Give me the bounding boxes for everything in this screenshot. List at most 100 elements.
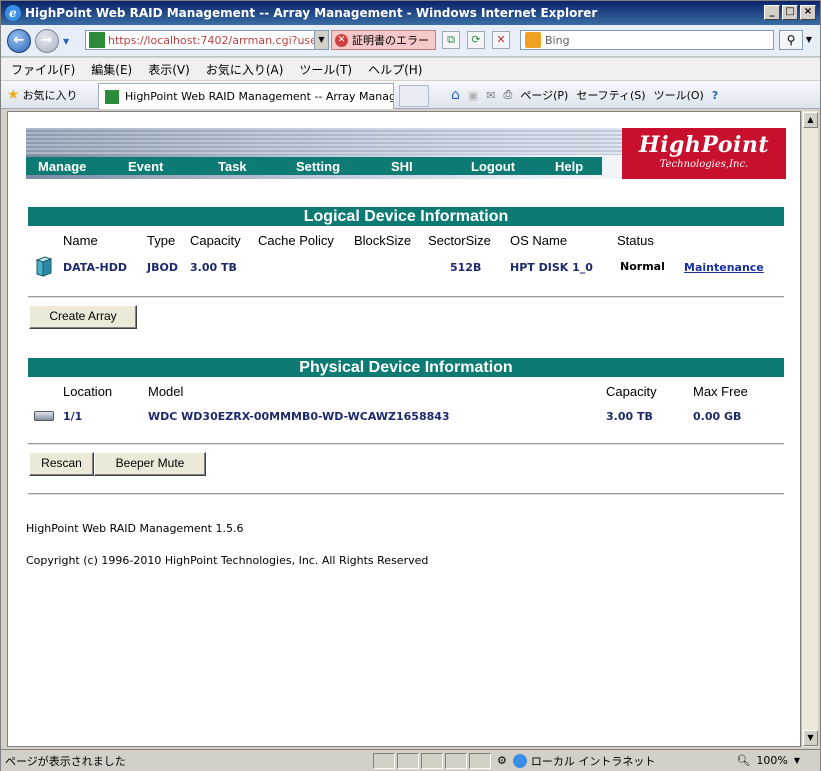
logical-sectorsize: 512B bbox=[450, 261, 482, 274]
stop-icon[interactable]: ✕ bbox=[492, 31, 510, 49]
menu-favorites[interactable]: お気に入り(A) bbox=[206, 61, 284, 78]
new-tab-button[interactable] bbox=[399, 85, 429, 107]
certificate-error-button[interactable]: ✕ 証明書のエラー bbox=[331, 30, 436, 50]
refresh-icon[interactable]: ⟳ bbox=[467, 31, 485, 49]
address-toolbar: ← → ▼ https://localhost:7402/arrman.cgi?… bbox=[1, 25, 820, 57]
forward-button[interactable]: → bbox=[35, 29, 59, 53]
favorites-button[interactable]: ★ お気に入り bbox=[7, 87, 78, 103]
divider bbox=[28, 296, 784, 298]
physical-device-heading: Physical Device Information bbox=[28, 358, 784, 377]
divider bbox=[28, 443, 784, 445]
logical-status: Normal bbox=[620, 260, 665, 273]
search-field[interactable]: Bing bbox=[520, 30, 774, 50]
maximize-button[interactable]: □ bbox=[782, 5, 798, 20]
create-array-button[interactable]: Create Array bbox=[29, 305, 137, 329]
beeper-mute-button[interactable]: Beeper Mute bbox=[94, 452, 206, 476]
col-max-free: Max Free bbox=[693, 384, 748, 399]
nav-manage[interactable]: Manage bbox=[38, 159, 128, 174]
search-options-icon[interactable]: ▼ bbox=[803, 30, 815, 50]
version-text: HighPoint Web RAID Management 1.5.6 bbox=[26, 522, 244, 535]
logical-name: DATA-HDD bbox=[63, 261, 127, 274]
menu-bar: ファイル(F) 編集(E) 表示(V) お気に入り(A) ツール(T) ヘルプ(… bbox=[1, 58, 820, 80]
menu-help[interactable]: ヘルプ(H) bbox=[368, 61, 422, 78]
rescan-button[interactable]: Rescan bbox=[29, 452, 94, 476]
col-capacity: Capacity bbox=[190, 233, 241, 248]
logical-capacity: 3.00 TB bbox=[190, 261, 237, 274]
shield-error-icon: ✕ bbox=[335, 33, 348, 47]
nav-logout[interactable]: Logout bbox=[471, 159, 555, 174]
logical-type: JBOD bbox=[147, 261, 178, 274]
protected-mode-icon[interactable]: ⚙ bbox=[497, 754, 507, 767]
mail-icon[interactable]: ✉ bbox=[486, 89, 495, 102]
security-zone[interactable]: ローカル イントラネット bbox=[512, 753, 655, 769]
close-button[interactable]: × bbox=[800, 5, 816, 20]
col-os-name: OS Name bbox=[510, 233, 568, 248]
logical-os-name: HPT DISK 1_0 bbox=[510, 261, 593, 274]
zoom-level: 100% bbox=[756, 754, 788, 767]
safety-menu[interactable]: セーフティ(S) bbox=[576, 87, 645, 103]
maintenance-link[interactable]: Maintenance bbox=[684, 261, 764, 274]
menu-view[interactable]: 表示(V) bbox=[148, 61, 190, 78]
page-menu[interactable]: ページ(P) bbox=[520, 87, 568, 103]
zoom-control[interactable]: 🔍︎ 100% ▼ bbox=[736, 754, 800, 767]
print-icon[interactable]: ⎙ bbox=[504, 88, 513, 102]
col-location: Location bbox=[63, 384, 113, 399]
address-field[interactable]: https://localhost:7402/arrman.cgi?useri … bbox=[85, 30, 329, 50]
favorites-label: お気に入り bbox=[22, 89, 78, 102]
nav-shi[interactable]: SHI bbox=[391, 159, 471, 174]
compatibility-view-icon[interactable]: ⧉ bbox=[442, 31, 460, 49]
back-button[interactable]: ← bbox=[7, 29, 31, 53]
ie-logo-icon: e bbox=[5, 5, 21, 21]
site-icon bbox=[89, 32, 105, 48]
menu-edit[interactable]: 編集(E) bbox=[91, 61, 132, 78]
highpoint-logo: HighPoint Technologies,Inc. bbox=[622, 128, 786, 179]
col-sectorsize: SectorSize bbox=[428, 233, 491, 248]
tab-site-icon bbox=[105, 89, 119, 104]
search-icon[interactable]: ⚲ bbox=[779, 30, 803, 50]
window-title: HighPoint Web RAID Management -- Array M… bbox=[25, 6, 598, 20]
home-icon[interactable]: ⌂ bbox=[451, 87, 460, 103]
nav-help[interactable]: Help bbox=[555, 159, 583, 174]
help-icon[interactable]: ? bbox=[712, 89, 718, 102]
zoom-icon: 🔍︎ bbox=[736, 754, 751, 767]
page-content: Manage Event Task Setting SHI Logout Hel… bbox=[7, 111, 801, 747]
search-placeholder: Bing bbox=[545, 33, 570, 47]
menu-file[interactable]: ファイル(F) bbox=[11, 61, 75, 78]
command-bar: ★ お気に入り HighPoint Web RAID Management --… bbox=[1, 81, 820, 109]
col-cache-policy: Cache Policy bbox=[258, 233, 334, 248]
bing-icon bbox=[525, 32, 541, 48]
address-url: https://localhost:7402/arrman.cgi?useri bbox=[108, 33, 325, 47]
browser-tab[interactable]: HighPoint Web RAID Management -- Array M… bbox=[98, 83, 394, 109]
status-bar: ページが表示されました ⚙ ローカル イントラネット 🔍︎ 100% ▼ bbox=[1, 749, 820, 771]
star-icon: ★ bbox=[7, 87, 20, 103]
col-phys-capacity: Capacity bbox=[606, 384, 657, 399]
title-bar: e HighPoint Web RAID Management -- Array… bbox=[1, 1, 820, 25]
menu-tools[interactable]: ツール(T) bbox=[299, 61, 352, 78]
scroll-down-icon[interactable]: ▼ bbox=[803, 730, 818, 746]
status-message: ページが表示されました bbox=[5, 754, 126, 768]
top-navigation: Manage Event Task Setting SHI Logout Hel… bbox=[26, 157, 602, 175]
physical-location: 1/1 bbox=[63, 410, 83, 423]
nav-task[interactable]: Task bbox=[218, 159, 296, 174]
address-dropdown-icon[interactable]: ▼ bbox=[314, 31, 328, 49]
nav-setting[interactable]: Setting bbox=[296, 159, 391, 174]
col-blocksize: BlockSize bbox=[354, 233, 412, 248]
col-name: Name bbox=[63, 233, 98, 248]
hard-disk-icon[interactable] bbox=[34, 411, 54, 421]
divider bbox=[28, 493, 784, 495]
physical-capacity: 3.00 TB bbox=[606, 410, 653, 423]
nav-event[interactable]: Event bbox=[128, 159, 218, 174]
tab-title: HighPoint Web RAID Management -- Array M… bbox=[125, 90, 394, 103]
vertical-scrollbar[interactable]: ▲ ▼ bbox=[801, 111, 818, 747]
minimize-button[interactable]: _ bbox=[764, 5, 780, 20]
array-icon[interactable] bbox=[35, 255, 53, 277]
feeds-icon[interactable]: ▣ bbox=[468, 89, 478, 102]
scroll-up-icon[interactable]: ▲ bbox=[803, 112, 818, 128]
zoom-dropdown-icon[interactable]: ▼ bbox=[794, 756, 800, 765]
col-model: Model bbox=[148, 384, 184, 399]
physical-model: WDC WD30EZRX-00MMMB0-WD-WCAWZ1658843 bbox=[148, 410, 450, 423]
physical-max-free: 0.00 GB bbox=[693, 410, 742, 423]
tools-menu[interactable]: ツール(O) bbox=[654, 87, 704, 103]
logical-device-heading: Logical Device Information bbox=[28, 207, 784, 226]
history-dropdown-icon[interactable]: ▼ bbox=[63, 37, 69, 46]
